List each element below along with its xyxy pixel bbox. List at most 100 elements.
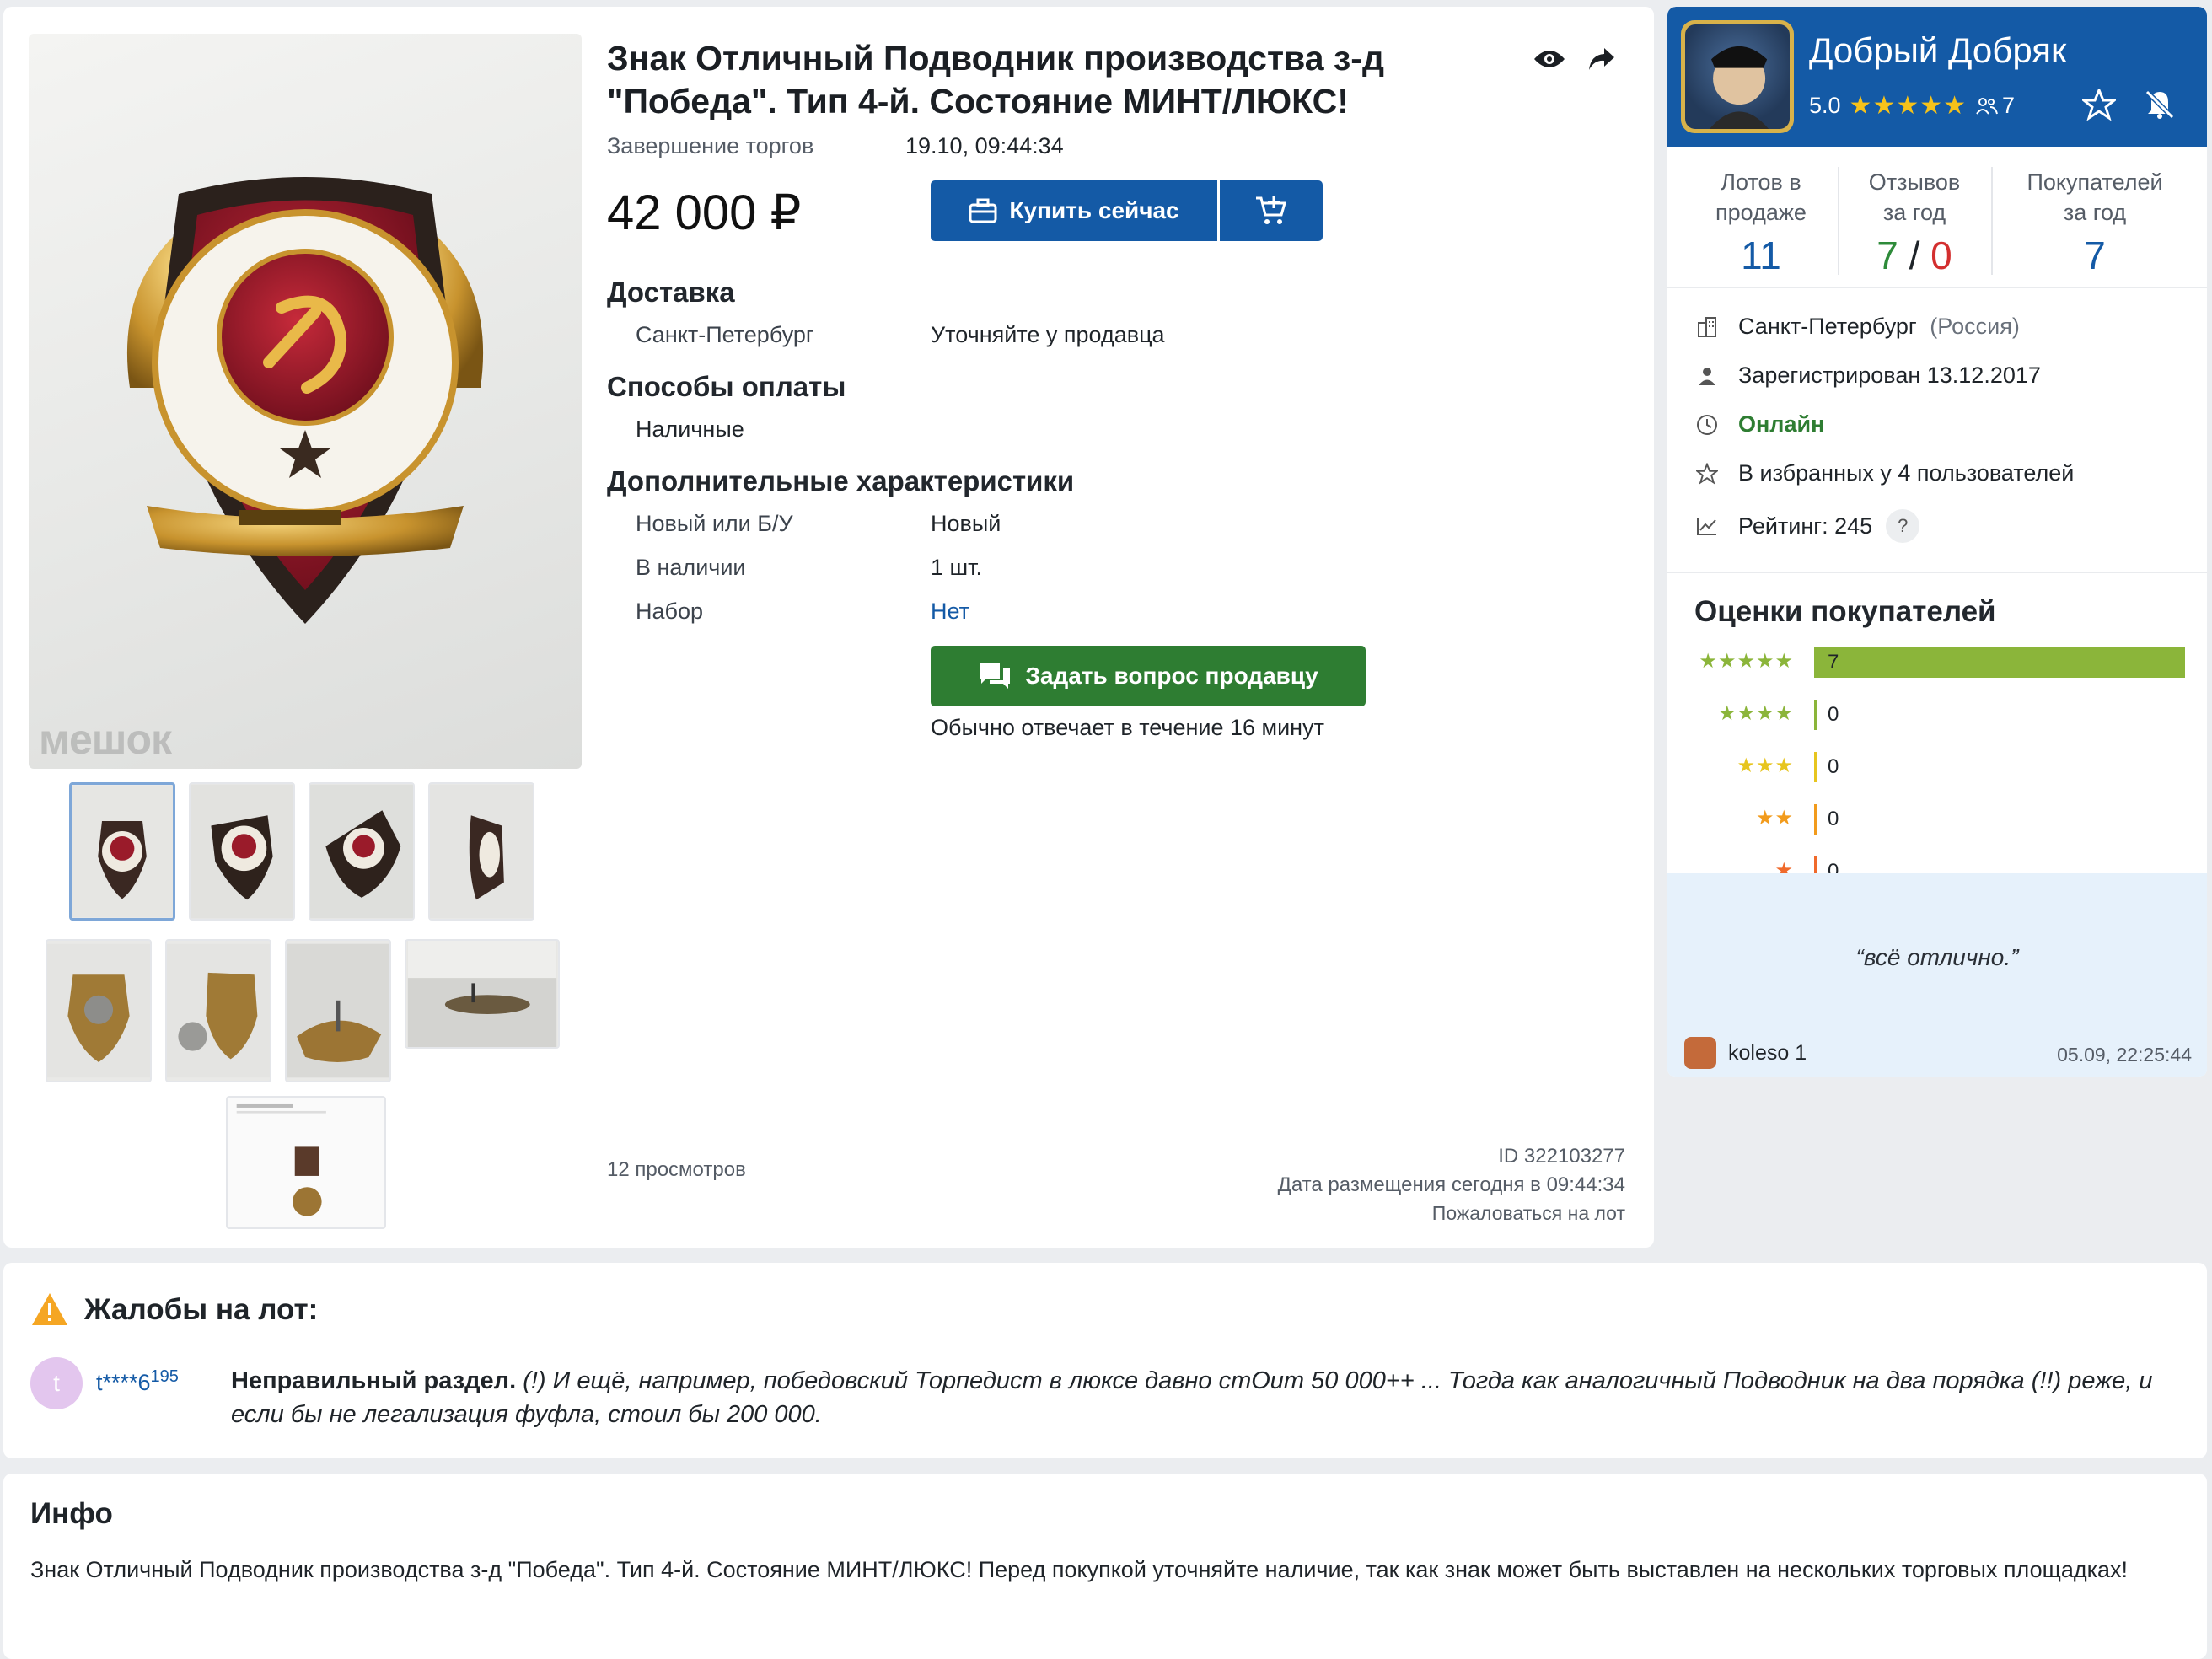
views-count: 12 просмотров <box>607 1158 746 1181</box>
posted-date: Дата размещения сегодня в 09:44:34 <box>1277 1173 1625 1196</box>
rating-bar-count: 0 <box>1828 808 1839 830</box>
cart-plus-icon <box>1256 196 1286 224</box>
stat-reviews-label-2: за год <box>1882 200 1946 225</box>
chat-bubbles-icon <box>980 663 1011 689</box>
seller-registered: Зарегистрирован 13.12.2017 <box>1738 362 2041 388</box>
ratings-heading: Оценки покупателей <box>1694 595 1996 628</box>
rating-bar-stars: ★★★★★ <box>1699 650 1794 673</box>
seller-header: Добрый Добряк 5.0 ★★★★★ 7 <box>1667 7 2207 147</box>
seller-online: Онлайн <box>1738 411 1825 437</box>
thumbnail-5[interactable] <box>46 939 152 1082</box>
thumbnail-6[interactable] <box>165 939 271 1082</box>
extra-heading: Дополнительные характеристики <box>607 465 1075 497</box>
delivery-value: Уточняйте у продавца <box>931 322 1165 347</box>
report-lot-link[interactable]: Пожаловаться на лот <box>1432 1202 1625 1225</box>
char-value-set[interactable]: Нет <box>931 599 969 625</box>
watch-eye-icon[interactable] <box>1529 39 1570 79</box>
buyers-count: 7 <box>2002 93 2016 118</box>
delivery-city: Санкт-Петербург <box>636 322 814 347</box>
seller-name[interactable]: Добрый Добряк <box>1809 30 2066 71</box>
thumbnail-2[interactable] <box>189 782 295 921</box>
char-label-stock: В наличии <box>636 555 746 580</box>
info-heading: Инфо <box>30 1497 113 1530</box>
char-value-condition: Новый <box>931 511 1001 536</box>
stat-buyers-label-1: Покупателей <box>2027 169 2163 195</box>
briefcase-icon <box>969 198 997 223</box>
seller-avatar[interactable] <box>1681 20 1794 133</box>
favorite-star-icon[interactable] <box>2079 84 2119 125</box>
share-icon[interactable] <box>1581 39 1622 79</box>
review-date: 05.09, 22:25:44 <box>2057 1044 2192 1066</box>
complaints-heading: Жалобы на лот: <box>84 1293 319 1326</box>
ask-seller-label: Задать вопрос продавцу <box>1025 663 1318 689</box>
stat-lots-label-2: продаже <box>1715 200 1807 225</box>
thumbnail-4[interactable] <box>428 782 534 921</box>
add-to-cart-button[interactable] <box>1220 180 1323 241</box>
rating-bar-axis <box>1814 804 1817 835</box>
payment-value: Наличные <box>636 416 744 442</box>
reviewer-avatar <box>1684 1037 1716 1069</box>
warning-icon <box>30 1291 69 1331</box>
stat-reviews[interactable]: Отзывов за год 7 / 0 <box>1841 167 1988 276</box>
lot-title: Знак Отличный Подводник производства з-д… <box>607 39 1384 121</box>
review-box: “всё отлично.” koleso 1 05.09, 22:25:44 <box>1667 873 2207 1077</box>
reviewer[interactable]: koleso 1 <box>1684 1037 1807 1069</box>
response-time: Обычно отвечает в течение 16 минут <box>931 715 1324 740</box>
buy-now-button[interactable]: Купить сейчас <box>931 180 1217 241</box>
seller-online-row: Онлайн <box>1694 411 1824 438</box>
reviewer-name: koleso 1 <box>1728 1040 1807 1065</box>
auction-end-label: Завершение торгов <box>607 133 814 158</box>
seller-favorites: В избранных у 4 пользователей <box>1738 460 2075 486</box>
payment-heading: Способы оплаты <box>607 371 846 402</box>
price: 42 000 ₽ <box>607 185 802 240</box>
char-value-stock: 1 шт. <box>931 555 983 580</box>
stat-reviews-negative: 0 <box>1930 234 1952 277</box>
rating-help-button[interactable]: ? <box>1886 509 1920 543</box>
rating-bar-stars: ★★★★ <box>1717 702 1794 725</box>
bell-off-icon[interactable] <box>2140 84 2180 125</box>
seller-rating: 5.0 ★★★★★ 7 <box>1809 91 2015 121</box>
rating-bar-axis <box>1814 700 1817 730</box>
complainer-score: 195 <box>150 1367 179 1386</box>
rating-bar-axis <box>1814 752 1817 782</box>
buy-now-label: Купить сейчас <box>1009 197 1179 223</box>
thumbnail-3[interactable] <box>309 782 415 921</box>
auction-end-value: 19.10, 09:44:34 <box>905 133 1064 158</box>
clock-icon <box>1694 412 1720 438</box>
rating-bar-row: ★★ 0 <box>1667 803 2207 836</box>
badge-image <box>126 177 484 624</box>
thumbnail-8[interactable] <box>405 939 560 1049</box>
complainer-name: t****6 <box>96 1370 151 1395</box>
buyers-icon <box>1976 97 1999 115</box>
stat-lots-label-1: Лотов в <box>1721 169 1801 195</box>
complainer-user[interactable]: t****6195 <box>96 1367 179 1396</box>
stat-buyers-value: 7 <box>2084 234 2106 277</box>
seller-location: Санкт-Петербург (Россия) <box>1694 314 2020 340</box>
watermark: мешок <box>39 716 172 763</box>
stat-buyers-label-2: за год <box>2063 200 2127 225</box>
rating-bar-stars: ★★ <box>1755 807 1794 830</box>
rating-bar-row: ★★★ 0 <box>1667 750 2207 784</box>
complaint-body: (!) И ещё, например, победовский Торпеди… <box>231 1367 2153 1428</box>
divider <box>1991 167 1993 275</box>
lot-card: мешок Знак Отличный Подводник производст… <box>3 7 1654 1248</box>
complaint-text: Неправильный раздел. (!) И ещё, например… <box>231 1364 2170 1431</box>
seller-rating-stars: ★★★★★ <box>1849 92 1968 120</box>
stat-lots[interactable]: Лотов в продаже 11 <box>1681 167 1841 276</box>
delivery-heading: Доставка <box>607 276 735 308</box>
divider <box>1667 572 2207 573</box>
rating-bar-row: ★★★★★ 7 <box>1667 646 2207 679</box>
stat-reviews-separator: / <box>1909 234 1920 277</box>
main-photo[interactable]: мешок <box>29 34 582 769</box>
ask-seller-button[interactable]: Задать вопрос продавцу <box>931 646 1366 706</box>
star-outline-icon <box>1694 461 1720 486</box>
review-quote: “всё отлично.” <box>1855 944 2019 970</box>
city-building-icon <box>1694 314 1720 340</box>
thumbnail-7[interactable] <box>285 939 391 1082</box>
thumbnail-1[interactable] <box>69 782 175 921</box>
seller-country: (Россия) <box>1930 314 2020 339</box>
thumbnail-9[interactable] <box>226 1096 386 1229</box>
stat-buyers[interactable]: Покупателей за год 7 <box>1996 167 2193 276</box>
char-label-condition: Новый или Б/У <box>636 511 793 536</box>
complainer-avatar: t <box>30 1357 83 1409</box>
